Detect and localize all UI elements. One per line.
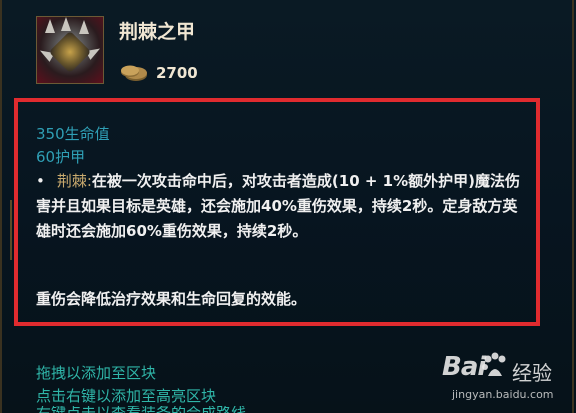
thornmail-item-icon (36, 16, 104, 84)
passive-bullet: • (36, 172, 45, 190)
watermark-suffix: 经验 (512, 361, 552, 385)
frame-left-notch (2, 200, 12, 260)
hint-recipe-path: 右键点击以查看装备的合成路线 (36, 406, 246, 413)
gold-coins-icon (121, 65, 147, 81)
hint-drag-to-block: 拖拽以添加至区块 (36, 364, 157, 382)
hint-right-click-add: 点击右键以添加至高亮区块 (36, 387, 217, 405)
item-gold-cost: 2700 (156, 64, 198, 82)
item-tooltip-panel: 荆棘之甲 2700 350生命值 60护甲 • 荆棘:在被一次攻击命中后，对攻击者… (0, 0, 576, 413)
item-name: 荆棘之甲 (119, 21, 196, 43)
watermark-brand: Bai (442, 352, 486, 382)
passive-text: 在被一次攻击命中后，对攻击者造成(10 + 1%额外护甲)魔法伤害并且如果目标是… (36, 172, 520, 240)
passive-name: 荆棘: (56, 172, 92, 190)
baidu-paw-icon (482, 352, 506, 376)
grievous-wounds-note: 重伤会降低治疗效果和生命回复的效能。 (36, 290, 307, 308)
stat-armor: 60护甲 (36, 148, 86, 166)
watermark-url: jingyan.baidu.com (452, 388, 554, 401)
stat-health: 350生命值 (36, 125, 110, 143)
baidu-jingyan-watermark: Bai 经验 jingyan.baidu.com (434, 346, 574, 410)
passive-description: • 荆棘:在被一次攻击命中后，对攻击者造成(10 + 1%额外护甲)魔法伤害并且如… (36, 169, 526, 244)
